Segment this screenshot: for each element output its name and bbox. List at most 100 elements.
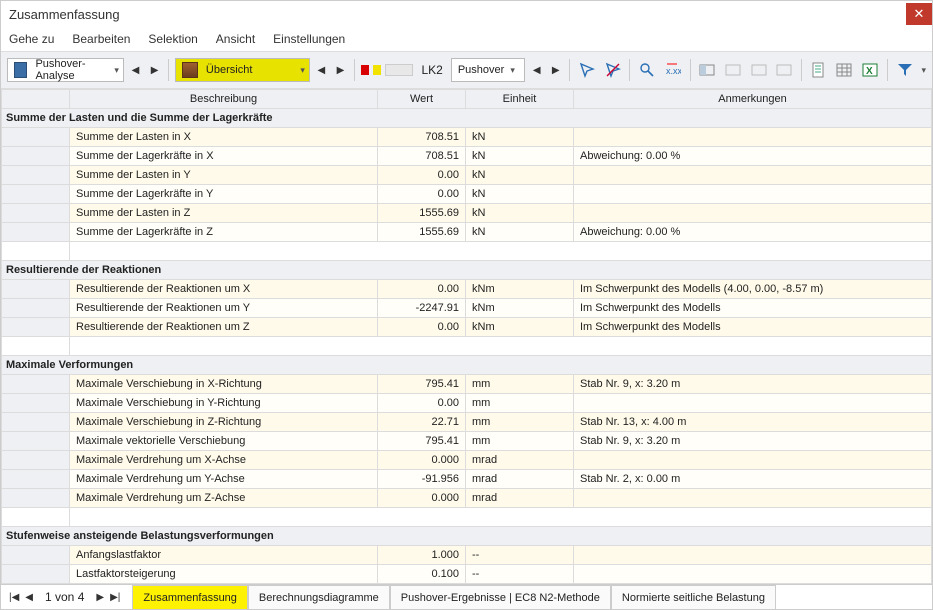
- cell-unit: mrad: [466, 489, 574, 508]
- report-icon[interactable]: [808, 58, 830, 82]
- blank-row: [2, 508, 932, 527]
- table-row[interactable]: Maximale Verdrehung um Y-Achse-91.956mra…: [2, 470, 932, 489]
- cell-desc: Resultierende der Reaktionen um Y: [70, 299, 378, 318]
- cell-desc: Resultierende der Reaktionen um Z: [70, 318, 378, 337]
- row-index: [2, 185, 70, 204]
- menu-view[interactable]: Ansicht: [216, 32, 255, 46]
- window-title: Zusammenfassung: [9, 7, 120, 22]
- page-prev[interactable]: ◀: [25, 592, 33, 603]
- select-icon[interactable]: [576, 58, 598, 82]
- table-icon[interactable]: [834, 58, 856, 82]
- cell-desc: Maximale Verschiebung in Z-Richtung: [70, 413, 378, 432]
- cell-rem: Abweichung: 0.00 %: [574, 147, 932, 166]
- table-row[interactable]: Maximale Verdrehung um X-Achse0.000mrad: [2, 451, 932, 470]
- chevron-down-icon: ▾: [300, 65, 305, 76]
- cell-val: 708.51: [378, 128, 466, 147]
- separator: [168, 59, 169, 81]
- table-row[interactable]: Summe der Lagerkräfte in X708.51kNAbweic…: [2, 147, 932, 166]
- result-dropdown[interactable]: Pushover ▾: [451, 58, 525, 82]
- close-button[interactable]: ✕: [906, 3, 932, 25]
- table-row[interactable]: Summe der Lasten in X708.51kN: [2, 128, 932, 147]
- table-row[interactable]: Maximale Verschiebung in Y-Richtung0.00m…: [2, 394, 932, 413]
- tab-summary[interactable]: Zusammenfassung: [132, 585, 248, 609]
- row-index: [2, 223, 70, 242]
- tab-lateral[interactable]: Normierte seitliche Belastung: [611, 585, 776, 609]
- row-index: [2, 128, 70, 147]
- table-row[interactable]: Maximale Verschiebung in X-Richtung795.4…: [2, 375, 932, 394]
- table-row[interactable]: Summe der Lagerkräfte in Y0.00kN: [2, 185, 932, 204]
- menu-select[interactable]: Selektion: [148, 32, 197, 46]
- deselect-icon[interactable]: [602, 58, 624, 82]
- cell-unit: mrad: [466, 451, 574, 470]
- table-row[interactable]: Resultierende der Reaktionen um X0.00kNm…: [2, 280, 932, 299]
- window: Zusammenfassung ✕ Gehe zu Bearbeiten Sel…: [0, 0, 933, 610]
- table-row[interactable]: Resultierende der Reaktionen um Y-2247.9…: [2, 299, 932, 318]
- decimals-icon[interactable]: x.xx: [662, 58, 684, 82]
- layout1-icon[interactable]: [696, 58, 718, 82]
- cell-desc: Summe der Lasten in Y: [70, 166, 378, 185]
- cell-rem: [574, 489, 932, 508]
- table-row[interactable]: Maximale Verdrehung um Z-Achse0.000mrad: [2, 489, 932, 508]
- table-row[interactable]: Lastfaktorsteigerung0.100--: [2, 565, 932, 584]
- titlebar: Zusammenfassung ✕: [1, 1, 932, 27]
- toolbar: Pushover-Analyse ▾ ◀ ▶ Übersicht ▾ ◀ ▶ L…: [1, 51, 932, 89]
- nav-prev-2[interactable]: ◀: [314, 59, 329, 81]
- filter-chevron-icon[interactable]: ▾: [921, 65, 926, 76]
- cell-desc: Anfangslastfaktor: [70, 546, 378, 565]
- menubar: Gehe zu Bearbeiten Selektion Ansicht Ein…: [1, 27, 932, 51]
- cell-rem: [574, 565, 932, 584]
- cell-rem: [574, 546, 932, 565]
- table-row[interactable]: Summe der Lagerkräfte in Z1555.69kNAbwei…: [2, 223, 932, 242]
- nav-prev-1[interactable]: ◀: [128, 59, 143, 81]
- cell-rem: Im Schwerpunkt des Modells: [574, 318, 932, 337]
- filter-icon[interactable]: [894, 58, 916, 82]
- table-row[interactable]: Summe der Lasten in Y0.00kN: [2, 166, 932, 185]
- tab-diagrams[interactable]: Berechnungsdiagramme: [248, 585, 390, 609]
- cell-unit: --: [466, 546, 574, 565]
- zoom-icon[interactable]: [636, 58, 658, 82]
- table-row[interactable]: Summe der Lasten in Z1555.69kN: [2, 204, 932, 223]
- cell-val: -91.956: [378, 470, 466, 489]
- table-row[interactable]: Maximale vektorielle Verschiebung795.41m…: [2, 432, 932, 451]
- cell-unit: mm: [466, 432, 574, 451]
- nav-next-1[interactable]: ▶: [147, 59, 162, 81]
- table-row[interactable]: Resultierende der Reaktionen um Z0.00kNm…: [2, 318, 932, 337]
- col-rem: Anmerkungen: [574, 90, 932, 109]
- loadcase-label: LK2: [417, 63, 446, 77]
- cell-rem: [574, 204, 932, 223]
- row-index: [2, 166, 70, 185]
- table-row[interactable]: Maximale Verschiebung in Z-Richtung22.71…: [2, 413, 932, 432]
- cell-unit: kN: [466, 223, 574, 242]
- page-next[interactable]: ▶: [96, 592, 104, 603]
- excel-icon[interactable]: X: [859, 58, 881, 82]
- cell-val: 795.41: [378, 432, 466, 451]
- analysis-dropdown[interactable]: Pushover-Analyse ▾: [7, 58, 124, 82]
- cell-val: 1555.69: [378, 204, 466, 223]
- results-grid[interactable]: Beschreibung Wert Einheit Anmerkungen Su…: [1, 89, 932, 584]
- cell-rem: Stab Nr. 2, x: 0.00 m: [574, 470, 932, 489]
- cell-val: 0.100: [378, 565, 466, 584]
- separator: [801, 59, 802, 81]
- separator: [354, 59, 355, 81]
- view-label: Übersicht: [206, 64, 294, 76]
- menu-goto[interactable]: Gehe zu: [9, 32, 54, 46]
- layout2-icon[interactable]: [722, 58, 744, 82]
- cell-val: 0.000: [378, 489, 466, 508]
- page-first[interactable]: |◀: [9, 592, 19, 603]
- cell-rem: [574, 394, 932, 413]
- result-label: Pushover: [458, 64, 504, 76]
- layout3-icon[interactable]: [748, 58, 770, 82]
- menu-settings[interactable]: Einstellungen: [273, 32, 345, 46]
- table-row[interactable]: Anfangslastfaktor1.000--: [2, 546, 932, 565]
- nav-next-3[interactable]: ▶: [548, 59, 563, 81]
- cell-unit: kNm: [466, 318, 574, 337]
- layout4-icon[interactable]: [773, 58, 795, 82]
- analysis-icon: [14, 62, 27, 78]
- nav-prev-3[interactable]: ◀: [529, 59, 544, 81]
- page-last[interactable]: ▶|: [110, 592, 120, 603]
- tab-pushover[interactable]: Pushover-Ergebnisse | EC8 N2-Methode: [390, 585, 611, 609]
- cell-desc: Maximale Verschiebung in Y-Richtung: [70, 394, 378, 413]
- view-dropdown[interactable]: Übersicht ▾: [175, 58, 310, 82]
- nav-next-2[interactable]: ▶: [333, 59, 348, 81]
- menu-edit[interactable]: Bearbeiten: [72, 32, 130, 46]
